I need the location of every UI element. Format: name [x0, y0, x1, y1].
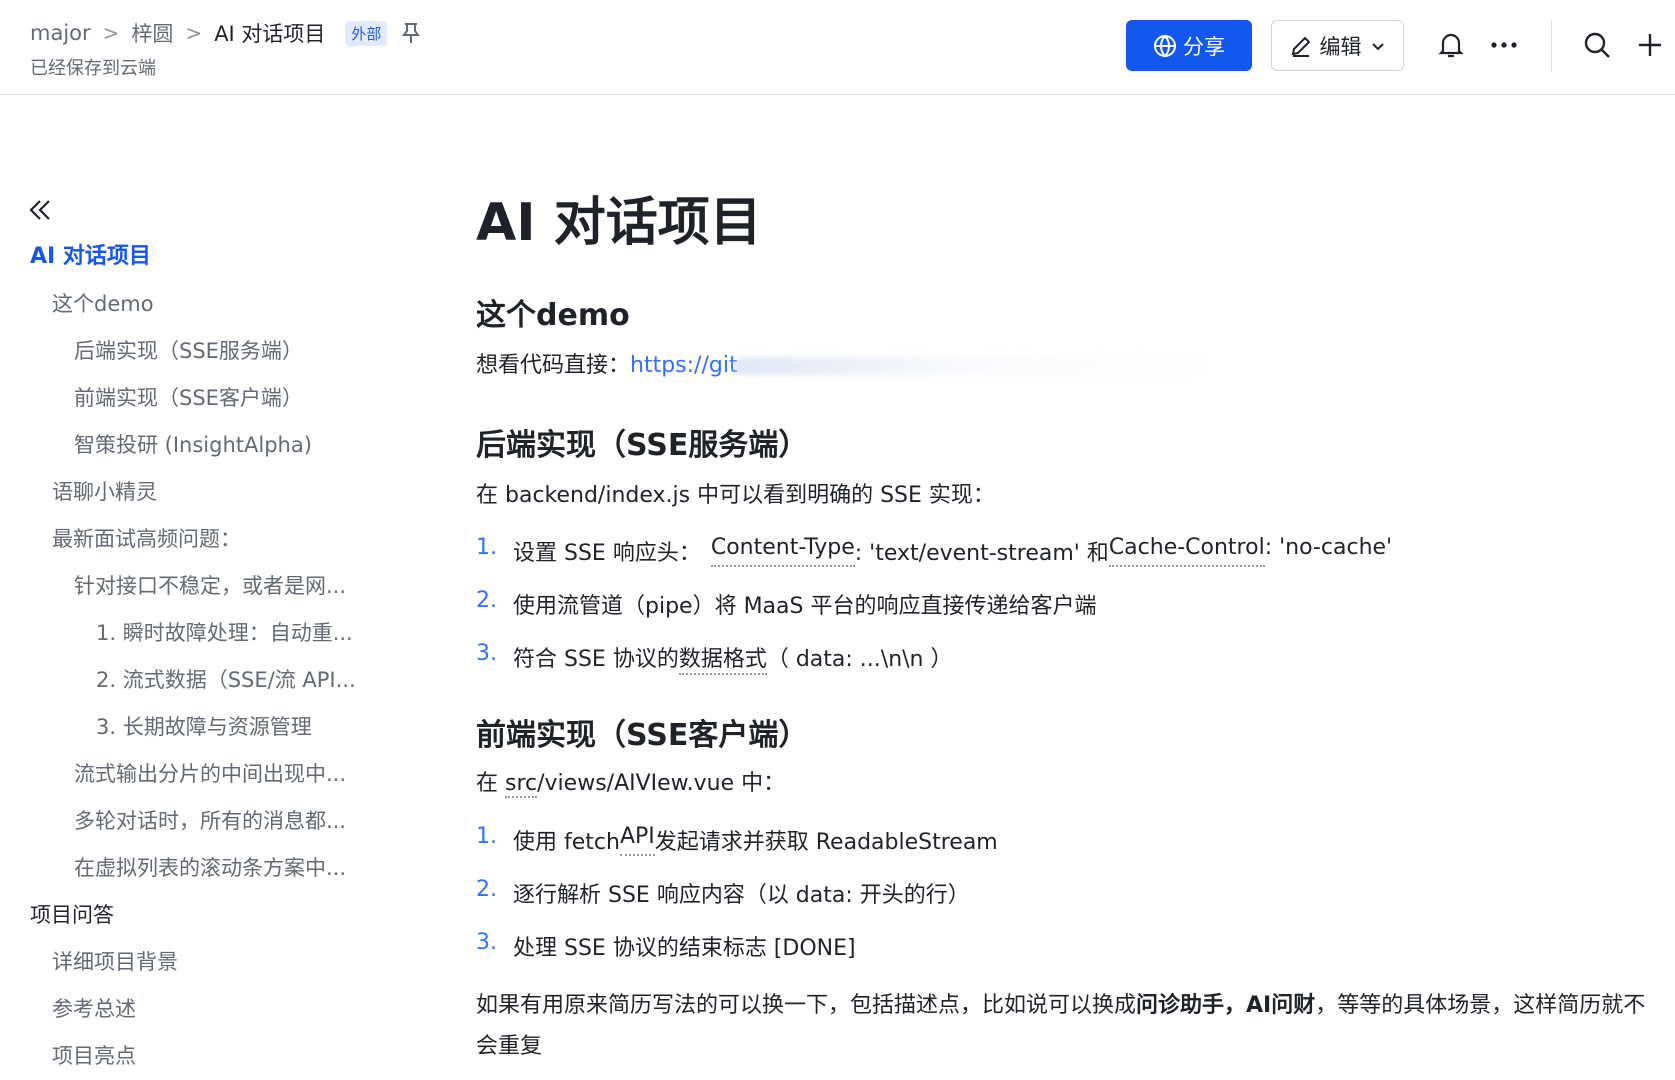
list-item: 3. 处理 SSE 协议的结束标志 [DONE]: [476, 930, 856, 962]
share-label: 分享: [1183, 34, 1225, 59]
breadcrumb-item-major[interactable]: major: [30, 21, 91, 45]
breadcrumb-item-folder[interactable]: 梓圆: [131, 18, 173, 48]
heading-demo: 这个demo: [476, 298, 630, 333]
heading-backend: 后端实现（SSE服务端）: [476, 428, 809, 463]
top-bar: major > 梓圆 > AI 对话项目 外部 已经保存到云端 分享 编辑: [0, 0, 1675, 95]
glossary-term[interactable]: src: [505, 771, 538, 798]
demo-text: 想看代码直接：: [476, 353, 631, 378]
toc-item[interactable]: 多轮对话时，所有的消息都...: [74, 805, 380, 835]
toc-item[interactable]: 详细项目背景: [52, 946, 380, 976]
list-text: 逐行解析 SSE 响应内容（以 data: 开头的行）: [513, 883, 970, 908]
list-text: : 'no-cache': [1264, 535, 1393, 560]
toc-item[interactable]: 项目亮点: [52, 1040, 380, 1070]
chevron-right-icon: >: [185, 21, 203, 45]
toc-item[interactable]: 针对接口不稳定，或者是网...: [74, 570, 380, 600]
breadcrumb: major > 梓圆 > AI 对话项目 外部: [30, 18, 421, 48]
list-text: 处理 SSE 协议的结束标志 [DONE]: [513, 936, 856, 961]
intro-text: /views/AIVIew.vue 中：: [537, 771, 786, 796]
toc-item[interactable]: 最新面试高频问题：: [52, 523, 380, 553]
list-item: 3. 符合 SSE 协议的 数据格式（ data: ...\n\n ）: [476, 641, 952, 675]
list-text: : 'text/event-stream' 和: [854, 541, 1109, 566]
list-number: 3.: [476, 641, 497, 666]
blurred-link-tail: [733, 357, 1204, 375]
toc-item[interactable]: 1. 瞬时故障处理：自动重...: [96, 617, 380, 647]
edit-button[interactable]: 编辑: [1271, 20, 1404, 71]
toc-item[interactable]: 流式输出分片的中间出现中...: [74, 758, 380, 788]
list-item: 2. 逐行解析 SSE 响应内容（以 data: 开头的行）: [476, 877, 970, 909]
glossary-term[interactable]: API: [619, 824, 655, 856]
heading-frontend: 前端实现（SSE客户端）: [476, 718, 809, 753]
more-icon[interactable]: [1489, 30, 1519, 60]
list-item: 2. 使用流管道（pipe）将 MaaS 平台的响应直接传递给客户端: [476, 588, 1096, 620]
toc-item[interactable]: 项目问答: [30, 899, 380, 929]
share-button[interactable]: 分享: [1126, 20, 1252, 71]
list-number: 3.: [476, 930, 497, 955]
list-item: 1. 使用 fetch API 发起请求并获取 ReadableStream: [476, 824, 998, 856]
glossary-term[interactable]: Cache-Control: [1108, 535, 1265, 567]
toc-item[interactable]: 参考总述: [52, 993, 380, 1023]
pin-icon[interactable]: [401, 22, 421, 44]
list-number: 1.: [476, 535, 497, 560]
page-title: AI 对话项目: [476, 193, 762, 253]
chevron-down-icon: [1371, 42, 1384, 50]
external-badge: 外部: [345, 20, 388, 46]
code-link[interactable]: https://git: [630, 353, 738, 378]
list-text: 使用流管道（pipe）将 MaaS 平台的响应直接传递给客户端: [513, 594, 1097, 619]
globe-icon: [1154, 34, 1176, 57]
list-text: （ data: ...\n\n ）: [766, 647, 953, 672]
pencil-icon: [1291, 36, 1310, 57]
toc-item[interactable]: 语聊小精灵: [52, 476, 380, 506]
save-status: 已经保存到云端: [30, 58, 156, 79]
list-text: 设置 SSE 响应头：: [513, 541, 701, 566]
list-item: 1. 设置 SSE 响应头： Content-Type: 'text/event-…: [476, 535, 1392, 567]
search-icon[interactable]: [1582, 30, 1612, 60]
closing-paragraph: 如果有用原来简历写法的可以换一下，包括描述点，比如说可以换成问诊助手，AI问财，…: [476, 985, 1646, 1067]
toc-item[interactable]: 这个demo: [52, 288, 380, 318]
toc-item[interactable]: 前端实现（SSE客户端）: [74, 382, 380, 412]
toc-item[interactable]: 在虚拟列表的滚动条方案中...: [74, 852, 380, 882]
demo-paragraph: 想看代码直接：https://git: [476, 352, 1204, 381]
toc-item[interactable]: AI 对话项目: [30, 238, 380, 270]
toc-item[interactable]: 3. 长期故障与资源管理: [96, 711, 380, 741]
plus-icon[interactable]: [1635, 30, 1665, 60]
chevron-right-icon: >: [102, 21, 120, 45]
list-number: 1.: [476, 824, 497, 849]
closing-bold: 问诊助手，AI问财: [1136, 993, 1316, 1018]
list-number: 2.: [476, 877, 497, 902]
list-number: 2.: [476, 588, 497, 613]
bell-icon[interactable]: [1436, 30, 1466, 60]
intro-text: 在: [476, 771, 505, 796]
collapse-sidebar-icon[interactable]: [26, 196, 54, 224]
edit-label: 编辑: [1319, 34, 1362, 59]
toc-item[interactable]: 2. 流式数据（SSE/流 API...: [96, 664, 380, 694]
header-divider: [1551, 20, 1552, 72]
list-text: 发起请求并获取 ReadableStream: [654, 830, 998, 855]
frontend-intro: 在 src/views/AIVIew.vue 中：: [476, 770, 785, 799]
toc-item[interactable]: 后端实现（SSE服务端）: [74, 335, 380, 365]
glossary-term[interactable]: Content-Type: [710, 535, 855, 567]
backend-intro: 在 backend/index.js 中可以看到明确的 SSE 实现：: [476, 483, 995, 508]
closing-text: 如果有用原来简历写法的可以换一下，包括描述点，比如说可以换成: [476, 993, 1137, 1018]
breadcrumb-item-current[interactable]: AI 对话项目: [214, 18, 325, 48]
list-text: 符合 SSE 协议的: [513, 647, 679, 672]
toc-item[interactable]: 智策投研 (InsightAlpha): [74, 429, 380, 459]
list-text: 使用 fetch: [513, 830, 620, 855]
glossary-term[interactable]: 数据格式: [678, 641, 767, 675]
